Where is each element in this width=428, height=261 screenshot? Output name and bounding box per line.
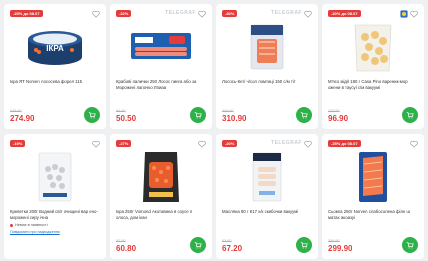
salmon-fillet-image	[359, 152, 387, 202]
product-title[interactable]: Ікра 250г Vomond Акотавина в соусе п оло…	[116, 209, 206, 220]
product-title[interactable]: М'ясо мідії 180 г Casa Pino вареник-мор …	[328, 79, 418, 90]
eco-label-icon	[400, 10, 408, 18]
mussels-bag-image	[354, 24, 392, 72]
butterfish-pack-image	[252, 152, 282, 202]
price: 310.90	[222, 114, 247, 123]
old-price: 120.90	[328, 109, 340, 113]
discount-badge: -19%	[10, 140, 26, 147]
add-to-cart-button[interactable]	[190, 107, 206, 123]
product-title[interactable]: Сьомга 250г Norven слабосолена філе ш ма…	[328, 209, 418, 220]
discount-badge: -25% до 08.07	[10, 10, 43, 17]
cart-icon	[406, 112, 414, 119]
heart-icon[interactable]	[198, 10, 206, 18]
product-image[interactable]	[110, 150, 212, 204]
product-card[interactable]: -30% TELEGRAF Лосось-Кеті ч/сол ломтиці …	[216, 4, 318, 129]
product-title[interactable]: Креветки 200г Водний світ очищені вар ен…	[10, 209, 100, 220]
product-title[interactable]: Ікра ЯТ Norven лососева форел 115	[10, 79, 100, 90]
add-to-cart-button[interactable]	[296, 237, 312, 253]
heart-icon[interactable]	[198, 140, 206, 148]
product-grid: -25% до 08.07 ІКРА Ікра ЯТ Norven лососе…	[4, 4, 424, 259]
product-card[interactable]: -25% до 08.07 Сьомга 250г Norven слабосо…	[322, 134, 424, 259]
caviar-pouch-image	[143, 152, 179, 202]
discount-badge: -30%	[222, 10, 238, 17]
price: 50.50	[116, 114, 137, 123]
product-title[interactable]: Лосось-Кеті ч/сол ломтиці 150 с/м тіт	[222, 79, 312, 90]
cart-icon	[300, 242, 308, 249]
watermark: TELEGRAF	[271, 140, 302, 146]
cart-icon	[300, 112, 308, 119]
product-image[interactable]	[322, 150, 424, 204]
old-price: 399.90	[328, 239, 340, 243]
discount-badge: -20%	[222, 140, 238, 147]
discount-badge: -25% до 08.07	[328, 140, 361, 147]
svg-text:ІКРА: ІКРА	[46, 44, 64, 53]
cart-icon	[194, 242, 202, 249]
old-price: 83.90	[222, 239, 232, 243]
heart-icon[interactable]	[304, 10, 312, 18]
caviar-can-image: ІКРА	[28, 31, 82, 65]
product-image[interactable]	[216, 150, 318, 204]
price: 274.90	[10, 114, 35, 123]
add-to-cart-button[interactable]	[84, 107, 100, 123]
product-card[interactable]: -20% TELEGRAF Масляна 80 г К17 х/к скибо…	[216, 134, 318, 259]
status-dot-icon	[10, 223, 13, 227]
product-image[interactable]: ІКРА	[4, 20, 106, 74]
heart-icon[interactable]	[92, 140, 100, 148]
product-title[interactable]: Масляна 80 г К17 х/к скибочки вакуумі	[222, 209, 312, 220]
cart-icon	[88, 112, 96, 119]
price: 299.90	[328, 244, 353, 253]
add-to-cart-button[interactable]	[402, 107, 418, 123]
price: 67.20	[222, 244, 243, 253]
watermark: TELEGRAF	[165, 10, 196, 16]
heart-icon[interactable]	[410, 140, 418, 148]
discount-badge: -20% до 08.07	[328, 10, 361, 17]
product-image[interactable]	[110, 20, 212, 74]
cart-icon	[194, 112, 202, 119]
availability-status: Немає в наявності	[10, 223, 48, 227]
product-title[interactable]: Крабові палички 250 Лосос пинга або за М…	[116, 79, 206, 90]
availability-text: Немає в наявності	[15, 223, 48, 227]
product-image[interactable]	[216, 20, 318, 74]
notify-link[interactable]: Повідомити про надходження	[10, 230, 60, 234]
watermark: TELEGRAF	[271, 10, 302, 16]
add-to-cart-button[interactable]	[296, 107, 312, 123]
heart-icon[interactable]	[410, 10, 418, 18]
product-card[interactable]: -27% Ікра 250г Vomond Акотавина в соусе …	[110, 134, 212, 259]
product-image[interactable]	[322, 20, 424, 74]
old-price: 82.90	[116, 239, 126, 243]
old-price: 449.90	[222, 109, 234, 113]
product-card[interactable]: -20% до 08.07 М'ясо мідії 180 г Casa Pin…	[322, 4, 424, 129]
product-image[interactable]	[4, 150, 106, 204]
salmon-pack-image	[250, 24, 284, 70]
heart-icon[interactable]	[304, 140, 312, 148]
price: 96.90	[328, 114, 349, 123]
discount-badge: -22%	[116, 10, 132, 17]
add-to-cart-button[interactable]	[190, 237, 206, 253]
product-card[interactable]: -25% до 08.07 ІКРА Ікра ЯТ Norven лососе…	[4, 4, 106, 129]
shrimp-bag-image	[38, 152, 72, 202]
cart-icon	[406, 242, 414, 249]
old-price: 439.90	[10, 109, 22, 113]
product-card[interactable]: -22% TELEGRAF Крабові палички 250 Лосос …	[110, 4, 212, 129]
add-to-cart-button[interactable]	[402, 237, 418, 253]
discount-badge: -27%	[116, 140, 132, 147]
heart-icon[interactable]	[92, 10, 100, 18]
old-price: 64.90	[116, 109, 126, 113]
product-card[interactable]: -19% Креветки 200г Водний світ очищені в…	[4, 134, 106, 259]
price: 60.80	[116, 244, 137, 253]
crab-sticks-image	[131, 33, 191, 59]
